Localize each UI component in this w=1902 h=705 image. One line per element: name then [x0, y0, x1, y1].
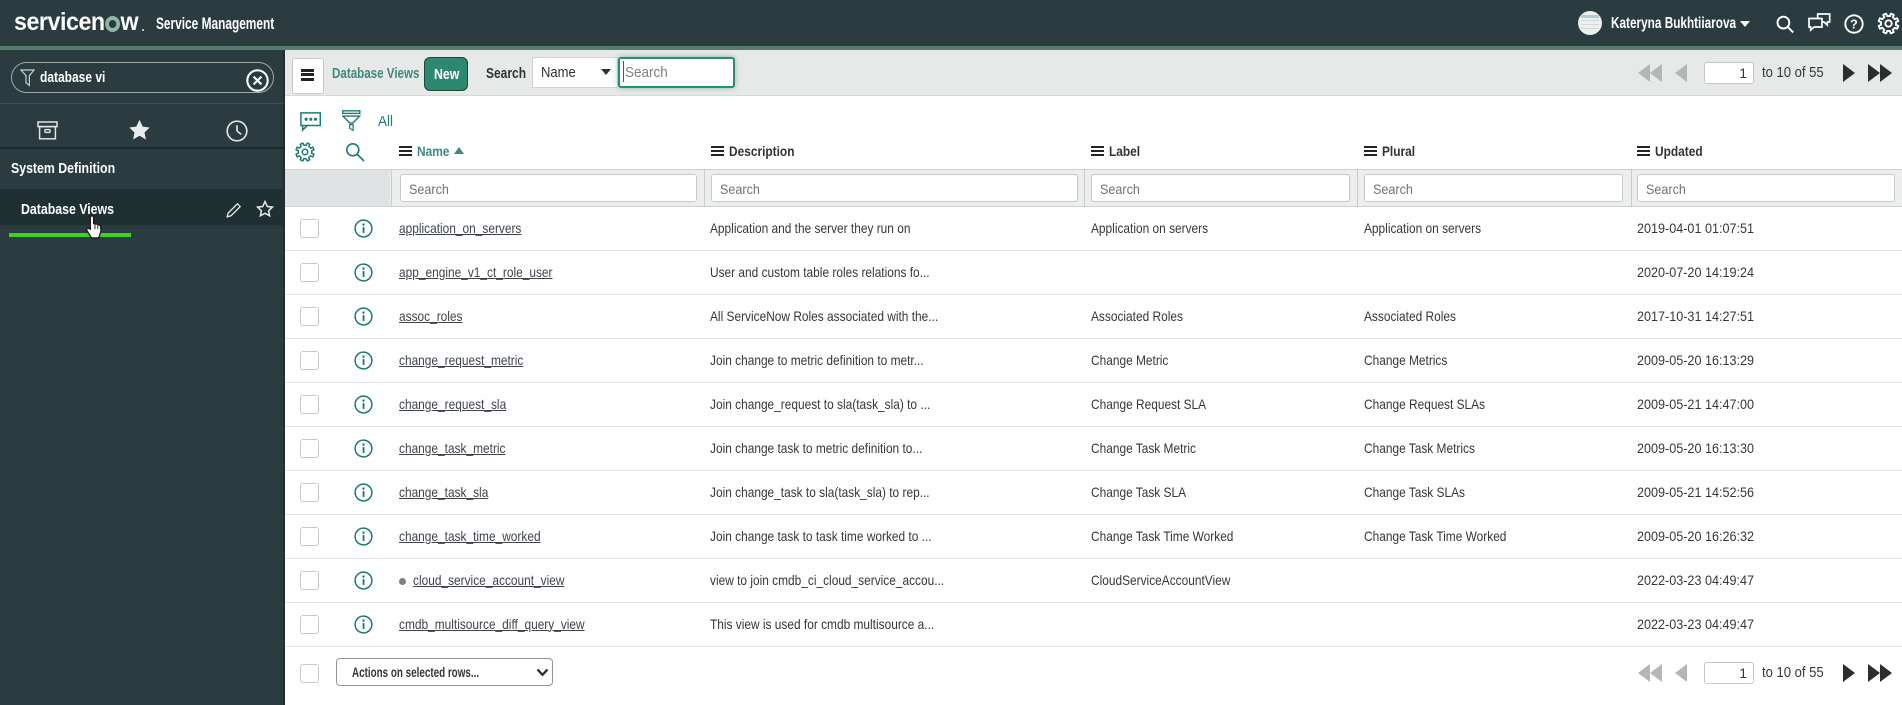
svg-text:?: ?: [1850, 17, 1858, 31]
